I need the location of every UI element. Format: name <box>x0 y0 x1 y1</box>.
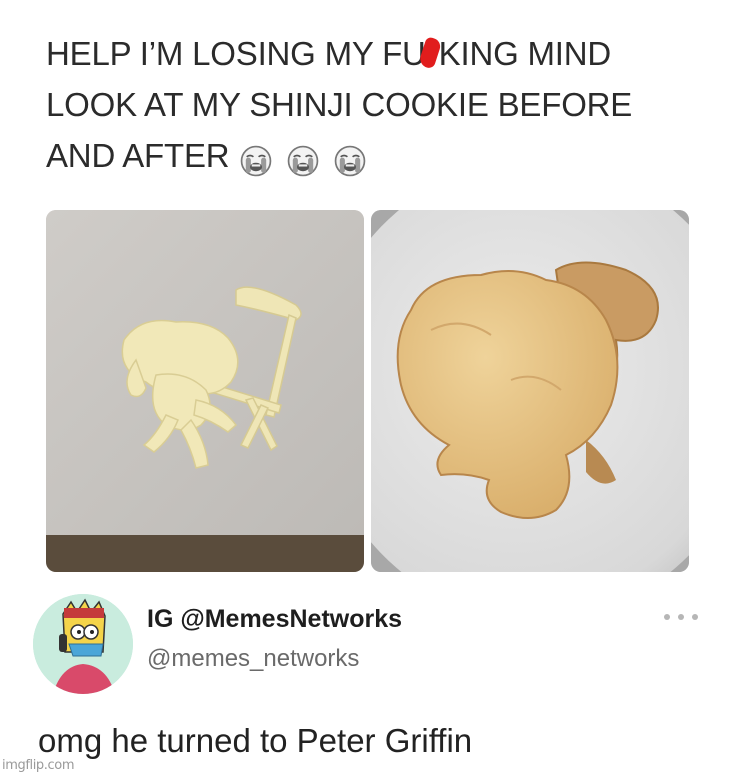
more-dots-icon <box>692 614 698 620</box>
cartoon-avatar-icon <box>33 594 133 694</box>
more-dots-icon <box>678 614 684 620</box>
after-photo[interactable] <box>371 210 689 572</box>
more-dots-icon <box>664 614 670 620</box>
post-line-3-text: AND AFTER <box>46 137 230 174</box>
before-photo[interactable] <box>46 210 364 572</box>
post-line-2: LOOK AT MY SHINJI COOKIE BEFORE <box>46 86 633 123</box>
imgflip-watermark: imgflip.com <box>2 758 75 773</box>
avatar[interactable] <box>33 594 133 694</box>
post-line-1: HELP I’M LOSING MY FU KING MIND <box>46 28 706 79</box>
post-line-3: AND AFTER <box>46 130 706 184</box>
emoji-row <box>235 133 367 184</box>
author-display-name[interactable]: IG @MemesNetworks <box>147 605 402 634</box>
baking-tray-edge <box>46 535 364 572</box>
reply-text: omg he turned to Peter Griffin <box>38 722 473 759</box>
post-line-1-part-1: HELP I’M LOSING MY FU <box>46 35 426 72</box>
after-photo-illustration <box>371 210 689 572</box>
more-options-button[interactable] <box>664 607 698 627</box>
post-line-1-part-2: KING MIND <box>438 35 612 72</box>
loudly-crying-face-icon <box>335 145 366 177</box>
loudly-crying-face-icon <box>288 145 319 177</box>
author-handle[interactable]: @memes_networks <box>147 645 359 673</box>
post-text: HELP I’M LOSING MY FU KING MIND LOOK AT M… <box>46 28 706 184</box>
before-photo-illustration <box>46 210 364 572</box>
meme-screenshot: HELP I’M LOSING MY FU KING MIND LOOK AT M… <box>0 0 736 776</box>
loudly-crying-face-icon <box>241 145 272 177</box>
